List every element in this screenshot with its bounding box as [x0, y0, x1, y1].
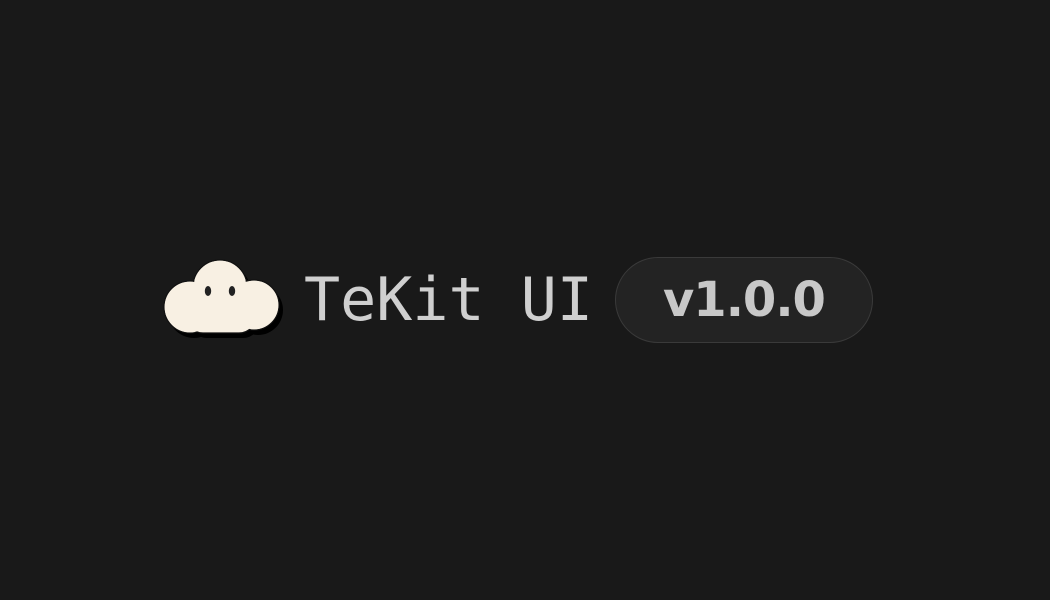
version-badge: v1.0.0 [614, 257, 873, 343]
brand-banner: TeKit UI v1.0.0 [160, 255, 873, 345]
version-label: v1.0.0 [663, 272, 826, 328]
brand-title: TeKit UI [304, 265, 593, 335]
banner-canvas: TeKit UI v1.0.0 [0, 0, 1050, 600]
cloud-mascot-icon [163, 259, 283, 338]
